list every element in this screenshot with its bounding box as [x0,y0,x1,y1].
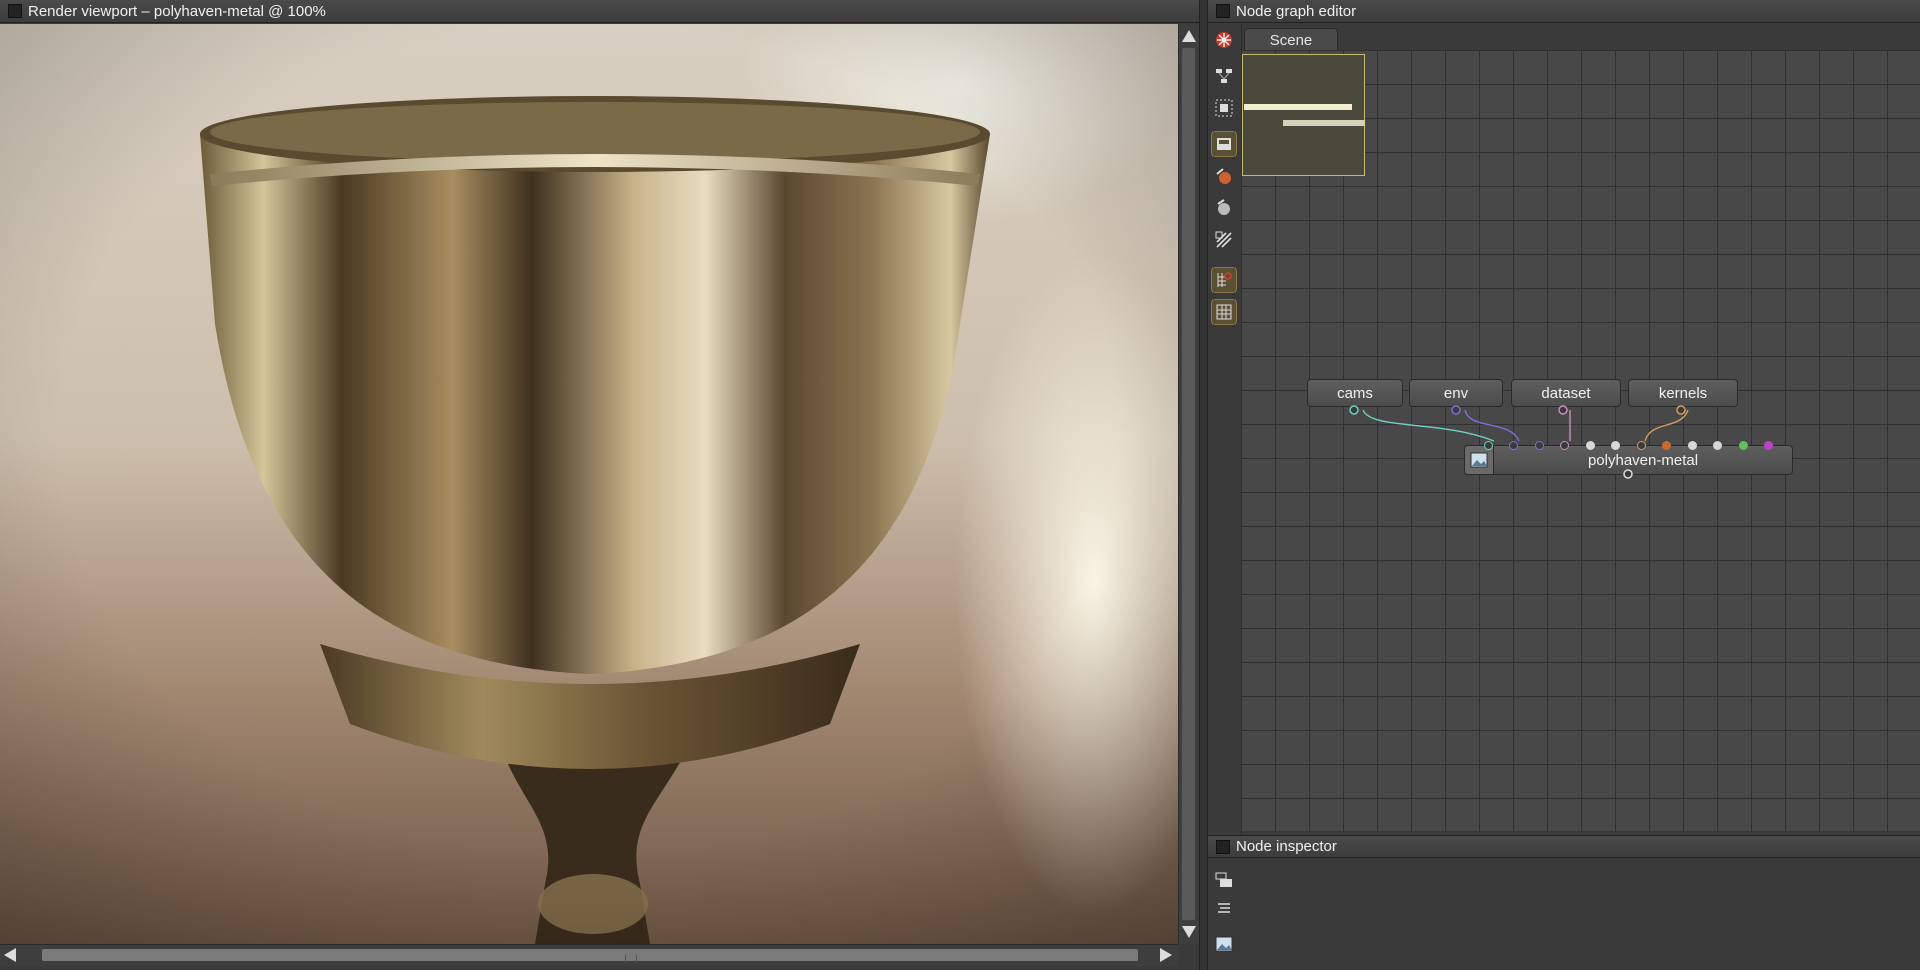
pin-kernels-out [1676,405,1686,415]
main-node-pin[interactable] [1636,441,1646,450]
node-pins [1349,405,1686,415]
scroll-down-icon[interactable] [1182,926,1196,938]
main-node-pin[interactable] [1713,441,1722,450]
main-node-pin[interactable] [1764,441,1773,450]
scroll-right-icon[interactable] [1160,948,1172,962]
main-node-pin[interactable] [1585,441,1595,450]
render-viewport-panel: Render viewport – polyhaven-metal @ 100% [0,0,1199,970]
viewport-horizontal-scrollbar[interactable] [0,944,1178,966]
pin-cams-out [1349,405,1359,415]
main-node-pin[interactable] [1738,441,1748,450]
main-node-pin[interactable] [1509,441,1518,450]
vertical-scroll-thumb[interactable] [1182,48,1195,920]
inspector-title-bar: Node inspector [1208,835,1920,858]
panel-splitter[interactable] [1199,0,1208,970]
pin-env-out [1451,405,1461,415]
collapse-icon[interactable] [1212,897,1236,919]
scroll-left-icon[interactable] [4,948,16,962]
node-inspector-panel: Node inspector [1208,835,1920,970]
scroll-grip-icon [625,955,637,963]
main-node-pin[interactable] [1560,441,1569,450]
chalice-render [0,24,1178,944]
viewport-title-bar: Render viewport – polyhaven-metal @ 100% [0,0,1199,23]
node-graph-editor-panel: Node graph editor Scene cams env dataset… [1208,0,1920,835]
main-node-pin[interactable] [1483,441,1493,450]
node-polyhaven-metal-label: polyhaven-metal [1587,451,1699,469]
pin-dataset-out [1558,405,1568,415]
node-image-icon [1465,446,1494,474]
image-icon[interactable] [1212,933,1236,955]
inspector-title: Node inspector [1236,838,1337,855]
main-node-pin[interactable] [1687,441,1697,450]
panel-menu-icon[interactable] [1216,839,1230,854]
panel-menu-icon[interactable] [8,4,22,18]
viewport-vertical-scrollbar[interactable] [1178,24,1199,944]
render-image[interactable] [0,24,1178,944]
horizontal-scroll-thumb[interactable] [42,949,1138,963]
main-node-pin[interactable] [1534,441,1544,450]
main-node-pin[interactable] [1611,441,1620,450]
expand-all-icon[interactable] [1212,869,1236,891]
main-node-pin[interactable] [1662,441,1671,450]
viewport-title: Render viewport – polyhaven-metal @ 100% [28,2,326,20]
scroll-up-icon[interactable] [1182,30,1196,42]
